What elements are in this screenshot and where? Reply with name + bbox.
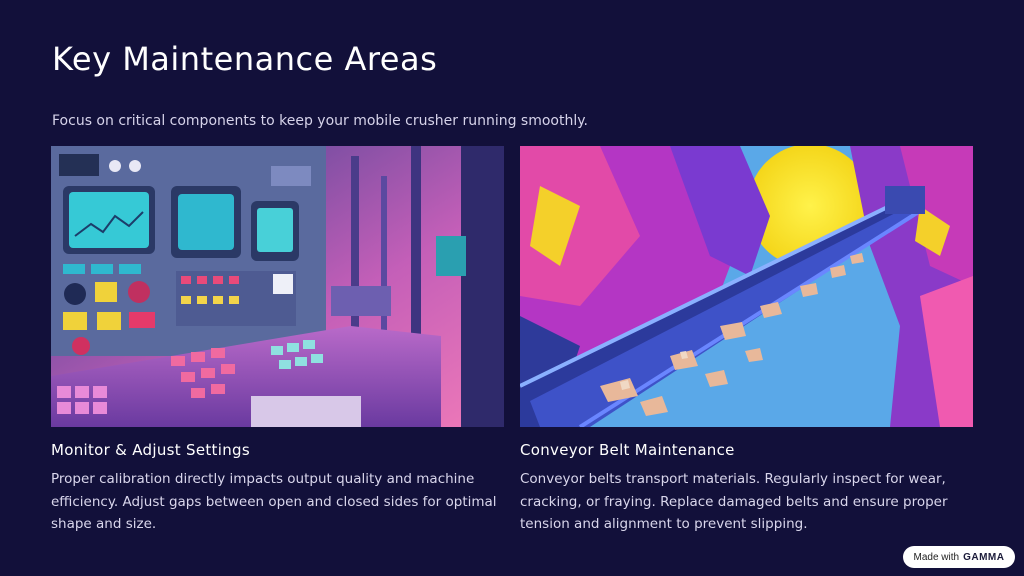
badge-prefix: Made with (913, 551, 960, 563)
card-conveyor-belt: Conveyor Belt Maintenance Conveyor belts… (520, 146, 973, 536)
card-monitor-settings: Monitor & Adjust Settings Proper calibra… (51, 146, 504, 536)
control-panel-image (51, 146, 504, 427)
card-body: Proper calibration directly impacts outp… (51, 471, 497, 532)
conveyor-belt-image (520, 146, 973, 427)
card-heading: Monitor & Adjust Settings (51, 441, 250, 459)
gamma-logo: GAMMA (963, 551, 1005, 563)
card-body: Conveyor belts transport materials. Regu… (520, 471, 948, 532)
page-subtitle: Focus on critical components to keep you… (52, 113, 588, 129)
page-title: Key Maintenance Areas (52, 40, 438, 78)
card-heading: Conveyor Belt Maintenance (520, 441, 735, 459)
made-with-gamma-badge[interactable]: Made with GAMMA (903, 546, 1015, 568)
